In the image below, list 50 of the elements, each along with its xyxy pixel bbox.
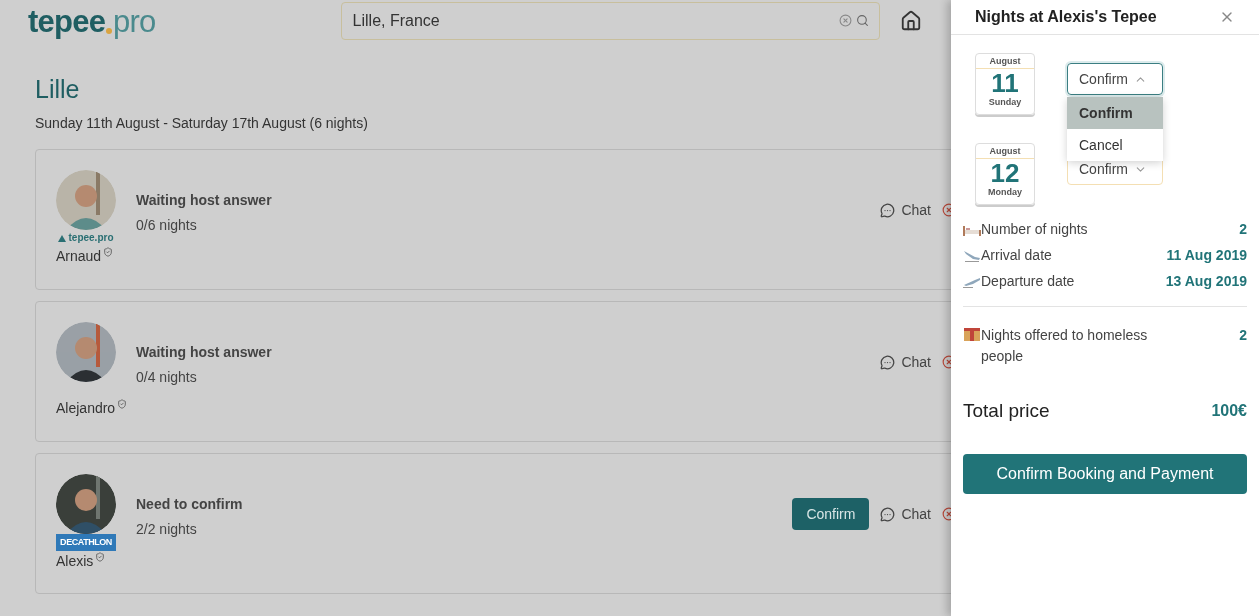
offered-label: Nights offered to homeless people <box>981 326 1149 366</box>
host-name: Alejandro <box>56 399 116 419</box>
booking-status: Waiting host answer <box>136 343 273 363</box>
host-name: Arnaud <box>56 247 102 267</box>
summary-label: Arrival date <box>981 246 1052 265</box>
nights-count: 0/4 nights <box>136 368 198 388</box>
tent-icon <box>58 234 67 242</box>
offered-value: 2 <box>1239 326 1247 345</box>
brand-label: DECATHLON <box>56 534 116 552</box>
verified-icon <box>103 247 114 258</box>
total-label: Total price <box>963 399 1050 423</box>
summary-label: Number of nights <box>981 220 1088 239</box>
plane-landing-icon <box>963 249 981 262</box>
clear-icon[interactable] <box>838 14 852 27</box>
logo[interactable]: tepee pro <box>28 5 156 37</box>
confirm-payment-button[interactable]: Confirm Booking and Payment <box>963 453 1247 494</box>
home-icon[interactable] <box>899 10 922 32</box>
date-range: Sunday 11th August - Saturday 17th August (6 nights) <box>35 114 369 134</box>
summary-value: 11 Aug 2019 <box>1166 246 1247 265</box>
verified-icon <box>95 552 106 563</box>
verified-icon <box>117 399 128 410</box>
brand-label: tepee.pro <box>68 231 114 246</box>
search-icon[interactable] <box>855 14 869 27</box>
dropdown-option[interactable]: Cancel <box>1067 129 1163 161</box>
host-name: Alexis <box>56 552 94 572</box>
calendar-date: August 12 Monday <box>975 143 1035 205</box>
confirm-button[interactable]: Confirm <box>792 498 870 531</box>
chat-icon <box>880 202 896 218</box>
total-value: 100€ <box>1211 401 1247 422</box>
plane-takeoff-icon <box>963 275 981 288</box>
booking-status: Need to confirm <box>136 495 244 515</box>
status-dropdown[interactable]: Confirm <box>1067 63 1163 95</box>
chat-button[interactable]: Chat <box>880 503 931 525</box>
summary-label: Departure date <box>981 272 1075 291</box>
chat-button[interactable]: Chat <box>880 351 931 373</box>
chat-icon <box>880 354 896 370</box>
nights-count: 0/6 nights <box>136 216 198 236</box>
search-field[interactable]: Lille, France <box>340 2 880 40</box>
dropdown-option[interactable]: Confirm <box>1067 97 1163 129</box>
chat-button[interactable]: Chat <box>880 199 931 221</box>
city-title: Lille <box>35 74 81 105</box>
booking-status: Waiting host answer <box>136 191 273 211</box>
drawer-title: Nights at Alexis's Tepee <box>975 7 1157 27</box>
calendar-date: August 11 Sunday <box>975 53 1035 115</box>
gift-icon <box>963 325 981 341</box>
bed-icon <box>963 223 981 236</box>
chat-icon <box>880 506 896 522</box>
nights-count: 2/2 nights <box>136 520 198 540</box>
summary-value: 13 Aug 2019 <box>1165 272 1247 291</box>
summary-value: 2 <box>1239 220 1247 239</box>
